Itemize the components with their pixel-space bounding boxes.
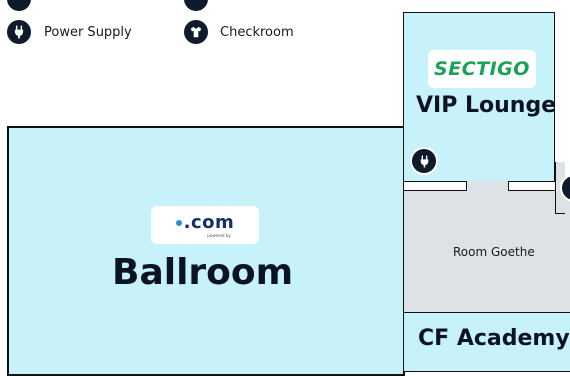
ballroom-room[interactable] [7,126,405,376]
door-left [403,181,467,191]
legend-cropped-icon-2 [184,0,208,11]
room-goethe-title: Room Goethe [453,245,535,259]
legend-label-power-supply: Power Supply [44,25,132,40]
com-logo-subtext: powered by [207,233,231,238]
sectigo-logo-text: SECTIGO [434,58,530,80]
tshirt-icon [184,20,208,44]
power-supply-marker-vip[interactable] [410,147,438,175]
cf-academy-title: CF Academy [418,326,570,351]
com-logo-text: .com [183,212,235,233]
ballroom-sponsor-logo: .com powered by [151,206,259,244]
vip-sponsor-logo: SECTIGO [428,50,536,88]
vip-lounge-title: VIP Lounge [416,93,557,118]
plug-icon [7,20,31,44]
ballroom-title: Ballroom [112,252,294,293]
legend-label-checkroom: Checkroom [220,25,294,40]
door-right [508,181,558,191]
legend-cropped-icon-1 [7,0,31,11]
